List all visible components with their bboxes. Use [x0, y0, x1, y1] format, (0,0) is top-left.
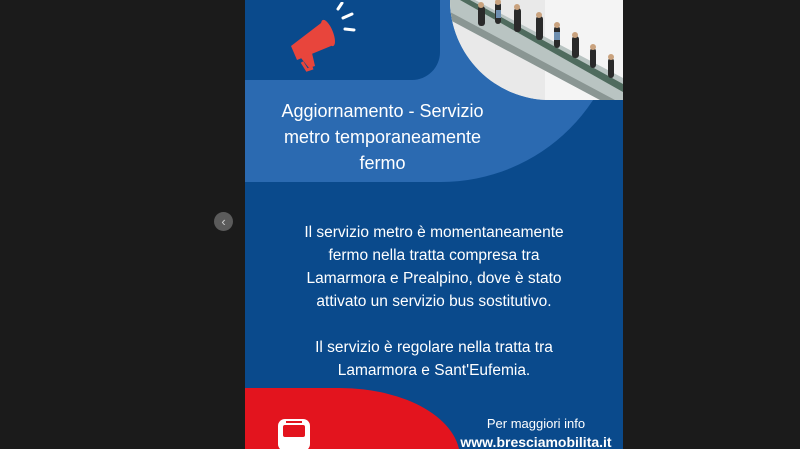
megaphone-icon [291, 2, 356, 72]
bus-icon [278, 419, 310, 449]
post-image: Aggiornamento - Servizio metro temporane… [245, 0, 623, 449]
chevron-left-icon: ‹ [221, 214, 226, 229]
more-info-label: Per maggiori info [486, 416, 586, 431]
post-body: Il servizio metro è momentaneamente ferm… [304, 224, 564, 379]
previous-button[interactable]: ‹ [214, 212, 233, 231]
media-viewer: ‹ Aggiornamento - Servizio metro tempora… [0, 0, 800, 449]
website-link[interactable]: www.bresciamobilita.it [450, 434, 622, 449]
icon-panel [245, 0, 440, 80]
post-title: Aggiornamento - Servizio metro temporane… [281, 101, 484, 173]
